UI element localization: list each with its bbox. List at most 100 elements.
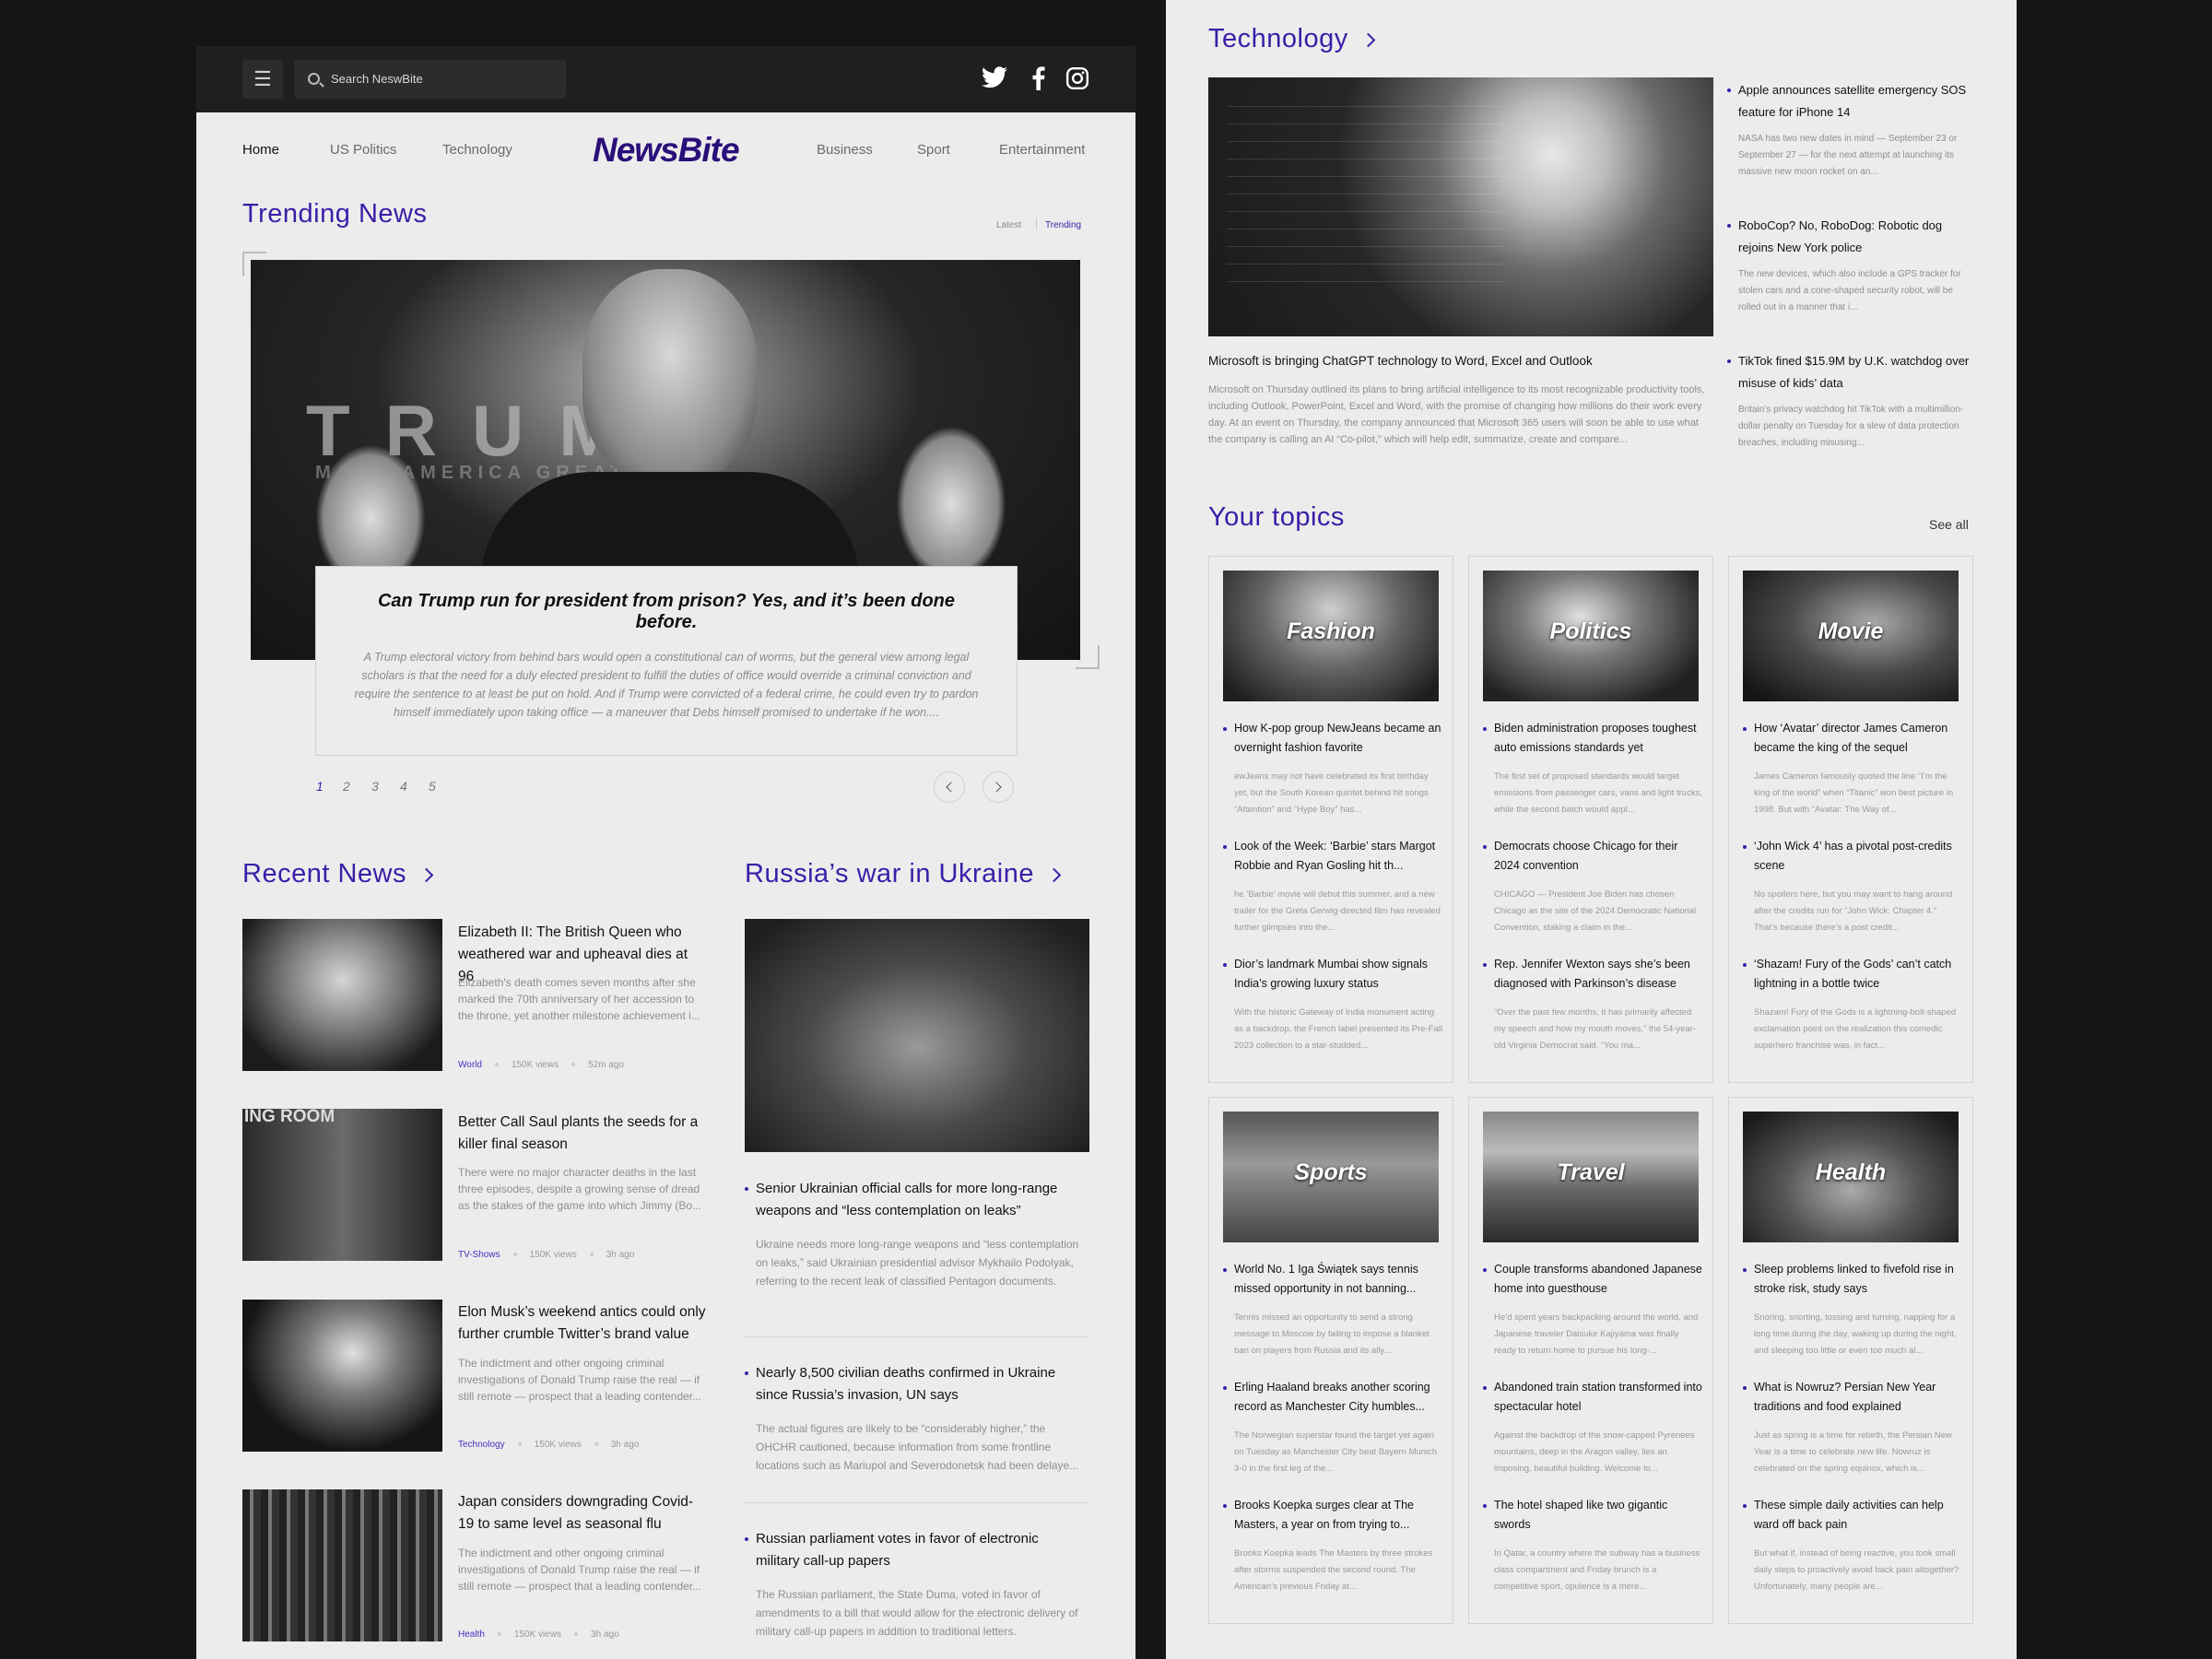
meta-dot <box>497 1632 501 1637</box>
ukraine-photo[interactable] <box>745 919 1089 1152</box>
chevron-right-icon <box>1360 32 1375 48</box>
topic-item-title[interactable]: Sleep problems linked to fivefold rise i… <box>1743 1260 1962 1299</box>
topic-item: ‘Shazam! Fury of the Gods’ can’t catch l… <box>1743 955 1962 1054</box>
topic-item-title[interactable]: Erling Haaland breaks another scoring re… <box>1223 1378 1442 1417</box>
topic-card-movie[interactable]: Movie How ‘Avatar’ director James Cameron… <box>1728 556 1973 1083</box>
topic-card-fashion[interactable]: Fashion How K-pop group NewJeans became a… <box>1208 556 1453 1083</box>
facebook-icon[interactable] <box>1032 66 1045 90</box>
topic-card-health[interactable]: Health Sleep problems linked to fivefold … <box>1728 1097 1973 1624</box>
nav-home[interactable]: Home <box>242 142 279 158</box>
nav-technology[interactable]: Technology <box>442 142 512 158</box>
recent-title-3[interactable]: Elon Musk’s weekend antics could only fu… <box>458 1301 707 1346</box>
see-all-link[interactable]: See all <box>1929 517 1969 532</box>
next-button[interactable] <box>982 771 1014 803</box>
search-icon <box>308 73 320 85</box>
topic-item-title[interactable]: ‘John Wick 4’ has a pivotal post-credits… <box>1743 837 1962 876</box>
topic-image[interactable]: Movie <box>1743 571 1959 701</box>
ukraine-title-1[interactable]: Senior Ukrainian official calls for more… <box>745 1178 1086 1222</box>
nav-business[interactable]: Business <box>817 142 873 158</box>
menu-button[interactable]: ☰ <box>242 60 283 99</box>
topic-item: World No. 1 Iga Świątek says tennis miss… <box>1223 1260 1442 1359</box>
site-logo[interactable]: NewsBite <box>593 131 740 170</box>
tech-main-title[interactable]: Microsoft is bringing ChatGPT technology… <box>1208 354 1713 368</box>
tech-side-title-1[interactable]: Apple announces satellite emergency SOS … <box>1727 79 1976 124</box>
hero-card[interactable]: Can Trump run for president from prison?… <box>315 566 1018 756</box>
recent-category-1[interactable]: World <box>458 1060 482 1070</box>
topic-item-title[interactable]: These simple daily activities can help w… <box>1743 1496 1962 1535</box>
filter-trending[interactable]: Trending <box>1045 220 1081 230</box>
tech-side-title-3[interactable]: TikTok fined $15.9M by U.K. watchdog ove… <box>1727 350 1976 394</box>
topic-item-title[interactable]: Look of the Week: ‘Barbie’ stars Margot … <box>1223 837 1442 876</box>
saul-photo[interactable]: ING ROOM <box>242 1109 442 1261</box>
instagram-icon[interactable] <box>1065 66 1089 90</box>
topic-item-title[interactable]: How K-pop group NewJeans became an overn… <box>1223 719 1442 758</box>
queen-photo[interactable] <box>242 919 442 1071</box>
page-2[interactable]: 2 <box>343 779 350 794</box>
page-1[interactable]: 1 <box>316 779 324 794</box>
recent-category-4[interactable]: Health <box>458 1630 485 1640</box>
topic-image[interactable]: Travel <box>1483 1112 1699 1242</box>
recent-category-3[interactable]: Technology <box>458 1440 505 1450</box>
page-4[interactable]: 4 <box>400 779 407 794</box>
recent-title-2[interactable]: Better Call Saul plants the seeds for a … <box>458 1112 707 1156</box>
topic-item-title[interactable]: Brooks Koepka surges clear at The Master… <box>1223 1496 1442 1535</box>
tech-side-title-2[interactable]: RoboCop? No, RoboDog: Robotic dog rejoin… <box>1727 215 1976 259</box>
tech-side-desc-2: The new devices, which also include a GP… <box>1738 269 1961 312</box>
topic-item-title[interactable]: Democrats choose Chicago for their 2024 … <box>1483 837 1702 876</box>
topic-item-title[interactable]: What is Nowruz? Persian New Year traditi… <box>1743 1378 1962 1417</box>
filter-latest[interactable]: Latest <box>996 220 1021 230</box>
topic-label: Travel <box>1557 1159 1625 1185</box>
recent-time-3: 3h ago <box>610 1440 640 1450</box>
nav-sport[interactable]: Sport <box>917 142 950 158</box>
topic-card-sports[interactable]: Sports World No. 1 Iga Świątek says tenni… <box>1208 1097 1453 1624</box>
ukraine-title-3[interactable]: Russian parliament votes in favor of ele… <box>745 1528 1086 1572</box>
japan-photo[interactable] <box>242 1489 442 1641</box>
chevron-right-icon <box>1046 867 1062 883</box>
topic-item-title[interactable]: How ‘Avatar’ director James Cameron beca… <box>1743 719 1962 758</box>
topic-item-title[interactable]: Dior’s landmark Mumbai show signals Indi… <box>1223 955 1442 994</box>
recent-title-4[interactable]: Japan considers downgrading Covid-19 to … <box>458 1491 707 1535</box>
topic-card-politics[interactable]: Politics Biden administration proposes to… <box>1468 556 1713 1083</box>
meta-dot <box>589 1253 594 1257</box>
ukraine-desc-1: Ukraine needs more long-range weapons an… <box>756 1238 1079 1288</box>
topic-item-title[interactable]: ‘Shazam! Fury of the Gods’ can’t catch l… <box>1743 955 1962 994</box>
recent-desc-3: The indictment and other ongoing crimina… <box>458 1357 702 1403</box>
recent-category-2[interactable]: TV-Shows <box>458 1250 500 1260</box>
topic-image[interactable]: Fashion <box>1223 571 1439 701</box>
topic-item: Erling Haaland breaks another scoring re… <box>1223 1378 1442 1477</box>
meta-dot <box>594 1442 598 1447</box>
recent-meta-2: TV-Shows 150K views 3h ago <box>458 1250 634 1260</box>
topic-item-desc: “Over the past few months, it has primar… <box>1494 1007 1697 1051</box>
ukraine-title-2[interactable]: Nearly 8,500 civilian deaths confirmed i… <box>745 1362 1086 1406</box>
topic-item-desc: He’d spent years backpacking around the … <box>1494 1312 1699 1356</box>
topic-item: How K-pop group NewJeans became an overn… <box>1223 719 1442 818</box>
page-3[interactable]: 3 <box>371 779 379 794</box>
topic-image[interactable]: Politics <box>1483 571 1699 701</box>
topic-item-title[interactable]: World No. 1 Iga Świątek says tennis miss… <box>1223 1260 1442 1299</box>
prev-button[interactable] <box>934 771 965 803</box>
technology-heading[interactable]: Technology <box>1208 24 1375 54</box>
twitter-icon[interactable] <box>982 66 1007 88</box>
nav-us-politics[interactable]: US Politics <box>330 142 397 158</box>
topic-item: ‘John Wick 4’ has a pivotal post-credits… <box>1743 837 1962 936</box>
topic-item-title[interactable]: Biden administration proposes toughest a… <box>1483 719 1702 758</box>
recent-news-heading[interactable]: Recent News <box>242 859 434 889</box>
topic-item-title[interactable]: The hotel shaped like two gigantic sword… <box>1483 1496 1702 1535</box>
hero-headline[interactable]: Can Trump run for president from prison?… <box>349 591 983 633</box>
topic-image[interactable]: Health <box>1743 1112 1959 1242</box>
topic-item: These simple daily activities can help w… <box>1743 1496 1962 1595</box>
search-input[interactable]: Search NeswBite <box>294 60 566 99</box>
topic-card-travel[interactable]: Travel Couple transforms abandoned Japane… <box>1468 1097 1713 1624</box>
nav-entertainment[interactable]: Entertainment <box>999 142 1085 158</box>
robot-photo[interactable] <box>1208 77 1713 336</box>
topic-item: Sleep problems linked to fivefold rise i… <box>1743 1260 1962 1359</box>
ukraine-heading[interactable]: Russia’s war in Ukraine <box>745 859 1062 889</box>
topic-item-title[interactable]: Abandoned train station transformed into… <box>1483 1378 1702 1417</box>
ukraine-desc-2: The actual figures are likely to be “con… <box>756 1422 1079 1472</box>
topic-item-title[interactable]: Couple transforms abandoned Japanese hom… <box>1483 1260 1702 1299</box>
topic-image[interactable]: Sports <box>1223 1112 1439 1242</box>
topic-label: Sports <box>1294 1159 1368 1185</box>
musk-photo[interactable] <box>242 1300 442 1452</box>
page-5[interactable]: 5 <box>429 779 436 794</box>
topic-item-title[interactable]: Rep. Jennifer Wexton says she’s been dia… <box>1483 955 1702 994</box>
